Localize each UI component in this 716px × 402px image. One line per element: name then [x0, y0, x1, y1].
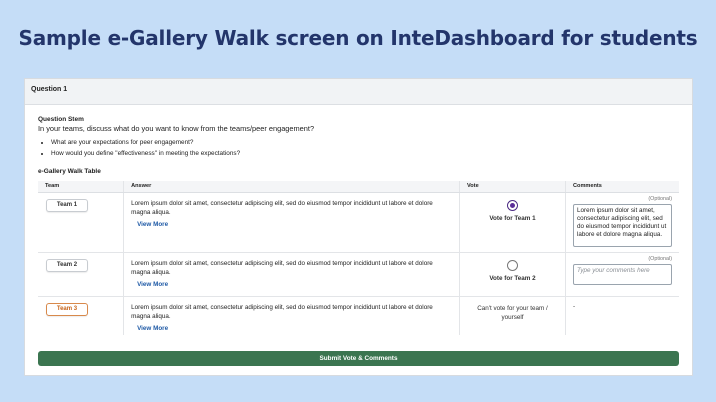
vote-team-2-radio[interactable] [506, 259, 518, 271]
comment-textarea-team-1[interactable]: Lorem ipsum dolor sit amet, consectetur … [573, 203, 672, 247]
team-cell: Team 2 [38, 251, 124, 296]
view-more-link[interactable]: View More [137, 221, 452, 228]
team-3-button[interactable]: Team 3 [46, 302, 88, 316]
cannot-vote-text: Can't vote for your team / yourself [477, 304, 548, 322]
question-bullet: What are your expectations for peer enga… [51, 137, 678, 148]
table-header-row: Team Answer Vote Comments [38, 181, 679, 193]
gallery-walk-table: Team Answer Vote Comments Team 1 Lorem i… [38, 181, 679, 335]
vote-cell: Can't vote for your team / yourself [458, 295, 566, 335]
vote-cell: Vote for Team 2 [458, 251, 566, 296]
team-cell: Team 1 [38, 191, 124, 252]
no-comment-dash: - [573, 302, 576, 310]
view-more-link[interactable]: View More [137, 281, 452, 288]
column-header-answer: Answer [123, 181, 460, 193]
question-bullets: What are your expectations for peer enga… [38, 137, 678, 159]
comments-cell: - [565, 295, 679, 335]
team-cell: Team 3 [38, 295, 124, 335]
answer-text: Lorem ipsum dolor sit amet, consectetur … [131, 303, 433, 321]
column-header-comments: Comments [565, 181, 679, 193]
team-2-button[interactable]: Team 2 [46, 258, 88, 272]
table-row: Team 1 Lorem ipsum dolor sit amet, conse… [38, 191, 679, 252]
team-1-button[interactable]: Team 1 [46, 198, 88, 212]
comments-cell: (Optional) Lorem ipsum dolor sit amet, c… [565, 191, 679, 252]
answer-cell: Lorem ipsum dolor sit amet, consectetur … [123, 191, 460, 252]
question-stem-text: In your teams, discuss what do you want … [38, 124, 315, 133]
question-stem: Question Stem In your teams, discuss wha… [38, 116, 678, 159]
question-stem-label: Question Stem [38, 116, 84, 123]
submit-vote-comments-button[interactable]: Submit Vote & Comments [38, 351, 679, 366]
table-row: Team 2 Lorem ipsum dolor sit amet, conse… [38, 251, 679, 296]
optional-label: (Optional) [648, 255, 672, 262]
comment-textarea-team-2[interactable]: Type your comments here [573, 263, 672, 285]
question-panel: Question 1 Question Stem In your teams, … [24, 78, 693, 376]
vote-label: Vote for Team 2 [489, 274, 536, 282]
column-header-team: Team [38, 181, 124, 193]
slide-title: Sample e-Gallery Walk screen on InteDash… [18, 26, 698, 50]
gallery-table-title: e-Gallery Walk Table [38, 168, 101, 175]
answer-cell: Lorem ipsum dolor sit amet, consectetur … [123, 251, 460, 296]
view-more-link[interactable]: View More [137, 325, 452, 332]
table-row: Team 3 Lorem ipsum dolor sit amet, conse… [38, 295, 679, 335]
question-header: Question 1 [25, 79, 692, 105]
vote-team-1-radio[interactable] [506, 199, 518, 211]
answer-cell: Lorem ipsum dolor sit amet, consectetur … [123, 295, 460, 335]
answer-text: Lorem ipsum dolor sit amet, consectetur … [131, 259, 433, 277]
column-header-vote: Vote [458, 181, 566, 193]
vote-cell: Vote for Team 1 [458, 191, 566, 252]
question-bullet: How would you define "effectiveness" in … [51, 148, 678, 159]
comments-cell: (Optional) Type your comments here [565, 251, 679, 296]
vote-label: Vote for Team 1 [489, 214, 536, 222]
optional-label: (Optional) [648, 195, 672, 202]
answer-text: Lorem ipsum dolor sit amet, consectetur … [131, 199, 433, 217]
